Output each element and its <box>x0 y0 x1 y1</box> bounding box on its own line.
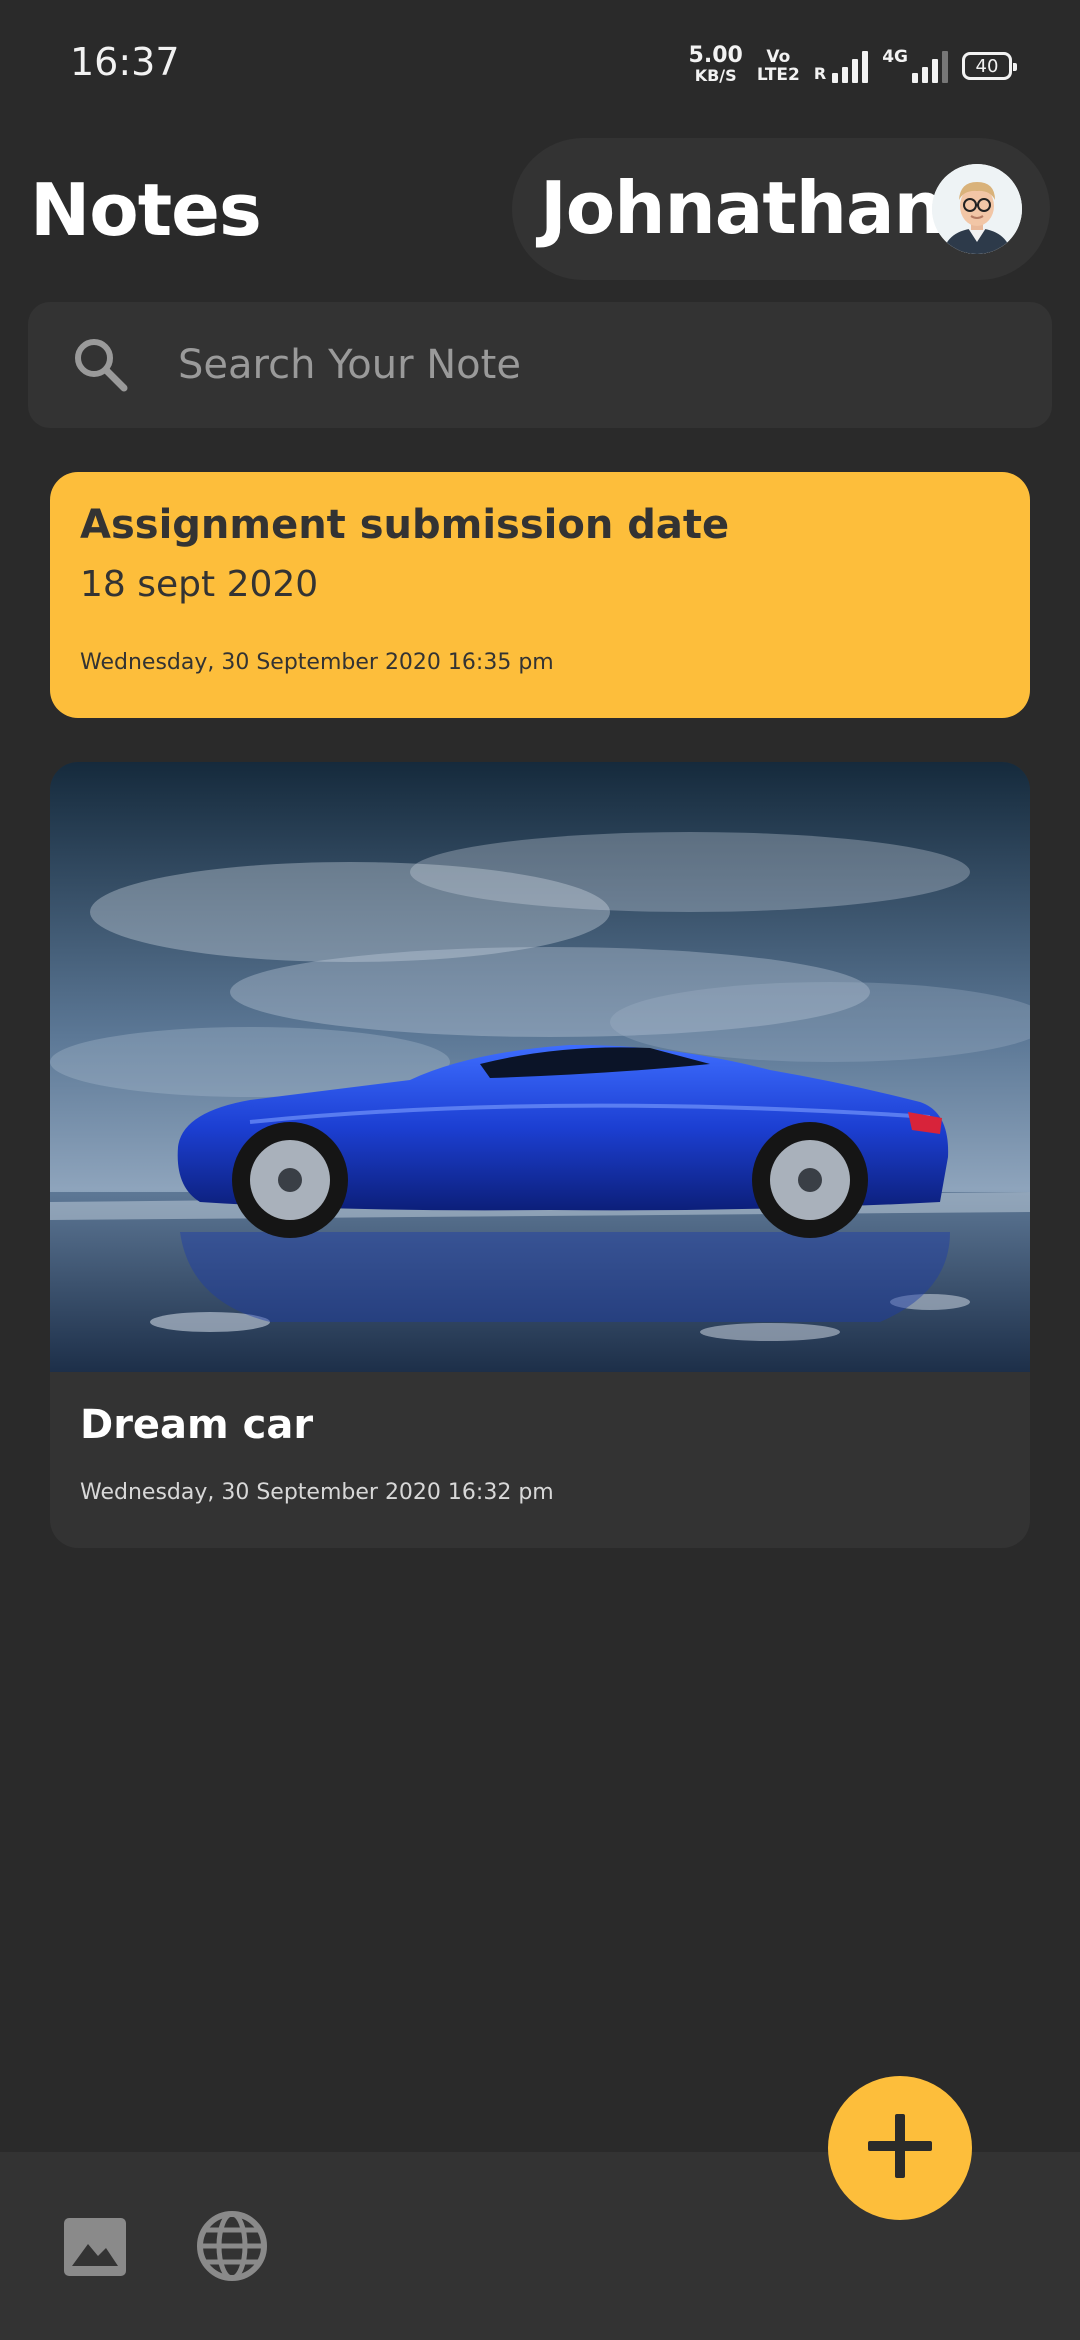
note-body: 18 sept 2020 <box>80 564 319 605</box>
network-speed: 5.00 KB/S <box>688 43 743 86</box>
volte-icon: Vo LTE2 <box>757 48 800 84</box>
status-bar: 16:37 5.00 KB/S Vo LTE2 R 4G 40 <box>0 0 1080 130</box>
note-title: Dream car <box>80 1402 314 1448</box>
battery-level: 40 <box>975 55 999 77</box>
status-icons: 5.00 KB/S Vo LTE2 R 4G 40 <box>688 43 1017 88</box>
note-image <box>50 762 1030 1372</box>
search-bar[interactable] <box>28 302 1052 428</box>
network-speed-value: 5.00 <box>688 43 743 68</box>
page-title: Notes <box>30 168 262 252</box>
note-title: Assignment submission date <box>80 502 730 548</box>
user-name: Johnathan <box>540 166 945 250</box>
user-profile-button[interactable]: Johnathan <box>512 138 1050 280</box>
add-note-button[interactable] <box>828 2076 972 2220</box>
network-type-label: 4G <box>882 47 908 67</box>
search-icon <box>70 334 130 394</box>
volte-bottom-label: LTE2 <box>756 65 800 85</box>
volte-top-label: Vo <box>766 47 791 67</box>
note-date: Wednesday, 30 September 2020 16:32 pm <box>80 1480 554 1505</box>
network-speed-unit: KB/S <box>694 66 737 85</box>
image-icon[interactable] <box>62 2214 128 2280</box>
roaming-label: R <box>813 64 827 83</box>
notes-screen: 16:37 5.00 KB/S Vo LTE2 R 4G 40 Notes Jo… <box>0 0 1080 2340</box>
plus-icon <box>864 2110 936 2186</box>
status-time: 16:37 <box>70 40 180 84</box>
search-input[interactable] <box>178 330 1018 400</box>
note-card[interactable]: Assignment submission date 18 sept 2020 … <box>50 472 1030 718</box>
battery-icon: 40 <box>962 52 1017 80</box>
note-date: Wednesday, 30 September 2020 16:35 pm <box>80 650 554 675</box>
note-card[interactable]: Dream car Wednesday, 30 September 2020 1… <box>50 762 1030 1548</box>
signal-icon-sim2: 4G <box>882 47 948 83</box>
globe-icon[interactable] <box>196 2210 268 2282</box>
avatar[interactable] <box>932 164 1022 254</box>
signal-icon-sim1: R <box>813 49 869 83</box>
